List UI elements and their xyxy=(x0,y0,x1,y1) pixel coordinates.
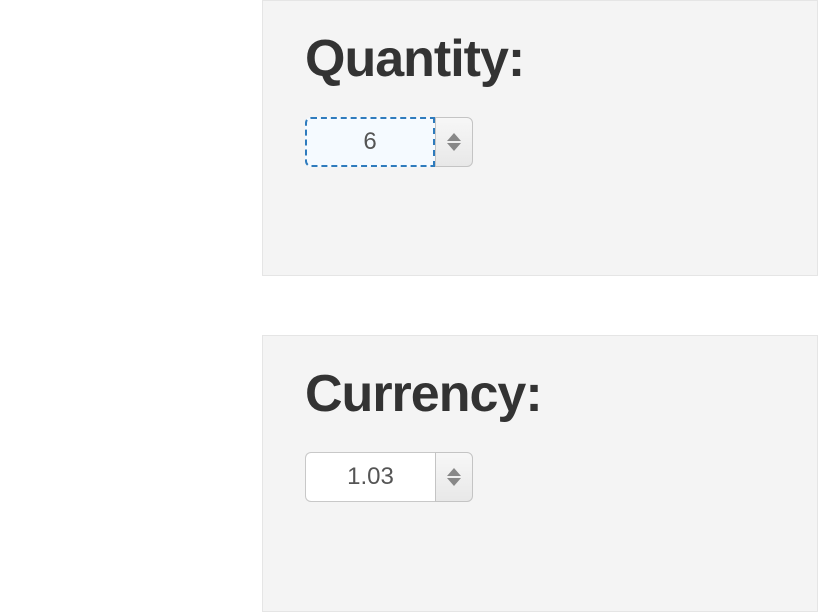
chevron-down-icon xyxy=(447,143,461,151)
chevron-down-icon xyxy=(447,478,461,486)
quantity-stepper xyxy=(305,117,473,167)
currency-spinner[interactable] xyxy=(435,452,473,502)
currency-panel: Currency: xyxy=(262,335,818,612)
quantity-spinner[interactable] xyxy=(435,117,473,167)
currency-label: Currency: xyxy=(305,364,779,424)
quantity-input[interactable] xyxy=(305,117,435,167)
quantity-label: Quantity: xyxy=(305,29,779,89)
chevron-up-icon xyxy=(447,133,461,141)
chevron-up-icon xyxy=(447,468,461,476)
quantity-panel: Quantity: xyxy=(262,0,818,276)
currency-input[interactable] xyxy=(305,452,435,502)
currency-stepper xyxy=(305,452,473,502)
